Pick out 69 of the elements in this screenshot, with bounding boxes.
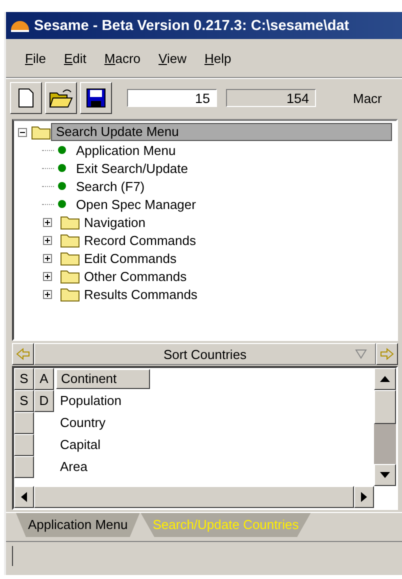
tree-item[interactable]: Exit Search/Update xyxy=(76,160,188,176)
app-logo-icon xyxy=(10,18,30,32)
up-arrow-icon xyxy=(380,376,390,382)
expand-icon[interactable] xyxy=(43,254,52,262)
expand-icon[interactable] xyxy=(43,290,52,298)
field-name[interactable]: Continent xyxy=(56,369,150,389)
sort-flag-cell[interactable]: S xyxy=(14,390,34,412)
previous-button[interactable] xyxy=(12,343,34,365)
folder-icon xyxy=(60,286,80,302)
folder-icon xyxy=(60,268,80,284)
field-name[interactable]: Area xyxy=(56,458,92,476)
expand-icon[interactable] xyxy=(43,236,52,244)
folder-icon xyxy=(60,232,80,248)
sort-flag-cell[interactable]: S xyxy=(14,368,34,390)
expand-icon[interactable] xyxy=(43,218,52,226)
field-name[interactable]: Capital xyxy=(56,436,104,454)
right-arrow-icon xyxy=(361,492,367,502)
left-arrow-icon xyxy=(16,348,30,360)
tree-item[interactable]: Edit Commands xyxy=(84,250,176,266)
tree-item[interactable]: Results Commands xyxy=(84,286,198,302)
scroll-thumb[interactable] xyxy=(34,486,354,508)
bullet-icon xyxy=(58,146,66,154)
folder-icon xyxy=(49,88,73,108)
expand-icon[interactable] xyxy=(43,272,52,280)
window-title: Sesame - Beta Version 0.217.3: C:\sesame\dat xyxy=(34,18,350,34)
scroll-thumb[interactable] xyxy=(374,390,396,424)
folder-icon xyxy=(60,250,80,266)
menu-item[interactable]: Help xyxy=(195,50,240,66)
down-arrow-icon xyxy=(380,472,390,478)
tree-item[interactable]: Search Update Menu xyxy=(51,123,392,141)
menu-item[interactable]: File xyxy=(16,50,55,66)
toolbar-button[interactable] xyxy=(80,82,112,114)
tree-item[interactable]: Search (F7) xyxy=(76,178,145,194)
bullet-icon xyxy=(58,200,66,208)
tab[interactable]: Application Menu xyxy=(16,513,140,537)
record-field[interactable]: 15 xyxy=(127,89,217,107)
folder-icon xyxy=(60,214,80,230)
field-name[interactable]: Country xyxy=(56,414,110,432)
tree-item[interactable]: Open Spec Manager xyxy=(76,196,196,212)
sort-flag-cell[interactable] xyxy=(14,412,34,434)
toolbar-label: Macr xyxy=(353,90,382,106)
next-button[interactable] xyxy=(376,343,398,365)
field-name[interactable]: Population xyxy=(56,392,126,410)
sort-flag-cell[interactable] xyxy=(14,434,34,456)
tree-item[interactable]: Other Commands xyxy=(84,268,187,284)
scroll-right-button[interactable] xyxy=(354,486,374,508)
bullet-icon xyxy=(58,182,66,190)
tree-item[interactable]: Record Commands xyxy=(84,232,196,248)
sort-direction-cell[interactable]: D xyxy=(34,390,54,412)
sort-flag-cell[interactable] xyxy=(14,456,34,478)
left-arrow-icon xyxy=(21,492,27,502)
scroll-down-button[interactable] xyxy=(374,464,396,486)
toolbar-button[interactable] xyxy=(10,82,42,114)
tree-item[interactable]: Navigation xyxy=(84,214,146,230)
scroll-left-button[interactable] xyxy=(14,486,34,508)
count-field: 154 xyxy=(226,89,316,107)
menu-item[interactable]: Edit xyxy=(54,50,96,66)
collapse-icon[interactable] xyxy=(18,128,27,136)
right-arrow-icon xyxy=(380,348,394,360)
menu-item[interactable]: Macro xyxy=(95,50,150,66)
sort-title: Sort Countries xyxy=(163,346,247,362)
sort-direction-cell[interactable]: A xyxy=(34,368,54,390)
tree-item[interactable]: Application Menu xyxy=(76,142,176,158)
scroll-up-button[interactable] xyxy=(374,368,396,390)
new-document-icon xyxy=(18,88,34,108)
bullet-icon xyxy=(58,164,66,172)
menu-item[interactable]: View xyxy=(150,50,196,66)
toolbar-button[interactable] xyxy=(45,82,77,114)
folder-icon xyxy=(31,124,51,140)
